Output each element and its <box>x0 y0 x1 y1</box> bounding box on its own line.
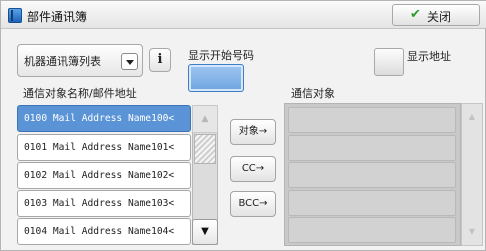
target-slot[interactable] <box>288 190 456 216</box>
target-slot[interactable] <box>288 135 456 161</box>
target-scroll-up-icon: ▲ <box>468 112 476 121</box>
add-bcc-button[interactable]: BCC→ <box>230 191 276 217</box>
add-to-button[interactable]: 对象→ <box>230 119 276 145</box>
checkmark-icon: ✔ <box>410 7 421 22</box>
list-item[interactable]: 0101 Mail Address Name101< <box>17 134 191 161</box>
chevron-down-icon <box>121 53 138 70</box>
recipient-list-header: 通信对象名称/邮件地址 <box>23 87 137 100</box>
add-cc-button[interactable]: CC→ <box>230 156 276 182</box>
start-number-input[interactable] <box>188 64 244 92</box>
address-book-select-value: 机器通讯簿列表 <box>24 55 101 68</box>
target-list-header: 通信对象 <box>291 87 335 100</box>
list-item[interactable]: 0103 Mail Address Name103< <box>17 190 191 217</box>
target-slot[interactable] <box>288 162 456 188</box>
close-button[interactable]: ✔ 关闭 <box>392 4 480 26</box>
title-bar: 部件通讯簿 ✔ 关闭 <box>1 1 486 29</box>
target-scroll-down-icon: ▼ <box>468 227 476 236</box>
scroll-thumb[interactable] <box>194 134 216 164</box>
target-slot[interactable] <box>288 217 456 243</box>
address-book-select[interactable]: 机器通讯簿列表 <box>17 44 143 77</box>
target-slot[interactable] <box>288 107 456 133</box>
list-item[interactable]: 0102 Mail Address Name102< <box>17 162 191 189</box>
scroll-up-button[interactable]: ▲ <box>192 105 218 133</box>
info-button[interactable]: i <box>149 48 171 72</box>
close-label: 关闭 <box>427 10 452 24</box>
list-item[interactable]: 0104 Mail Address Name104< <box>17 218 191 245</box>
dialog-title: 部件通讯簿 <box>27 10 88 24</box>
show-address-checkbox[interactable] <box>374 48 404 76</box>
start-number-label: 显示开始号码 <box>188 49 254 62</box>
address-book-icon <box>8 8 22 23</box>
address-book-dialog: 部件通讯簿 ✔ 关闭 机器通讯簿列表 i 显示开始号码 显示地址 通信对象名称/… <box>0 0 486 251</box>
show-address-label: 显示地址 <box>407 50 451 63</box>
list-item[interactable]: 0100 Mail Address Name100< <box>17 105 191 132</box>
scroll-down-button[interactable]: ▼ <box>192 219 218 245</box>
